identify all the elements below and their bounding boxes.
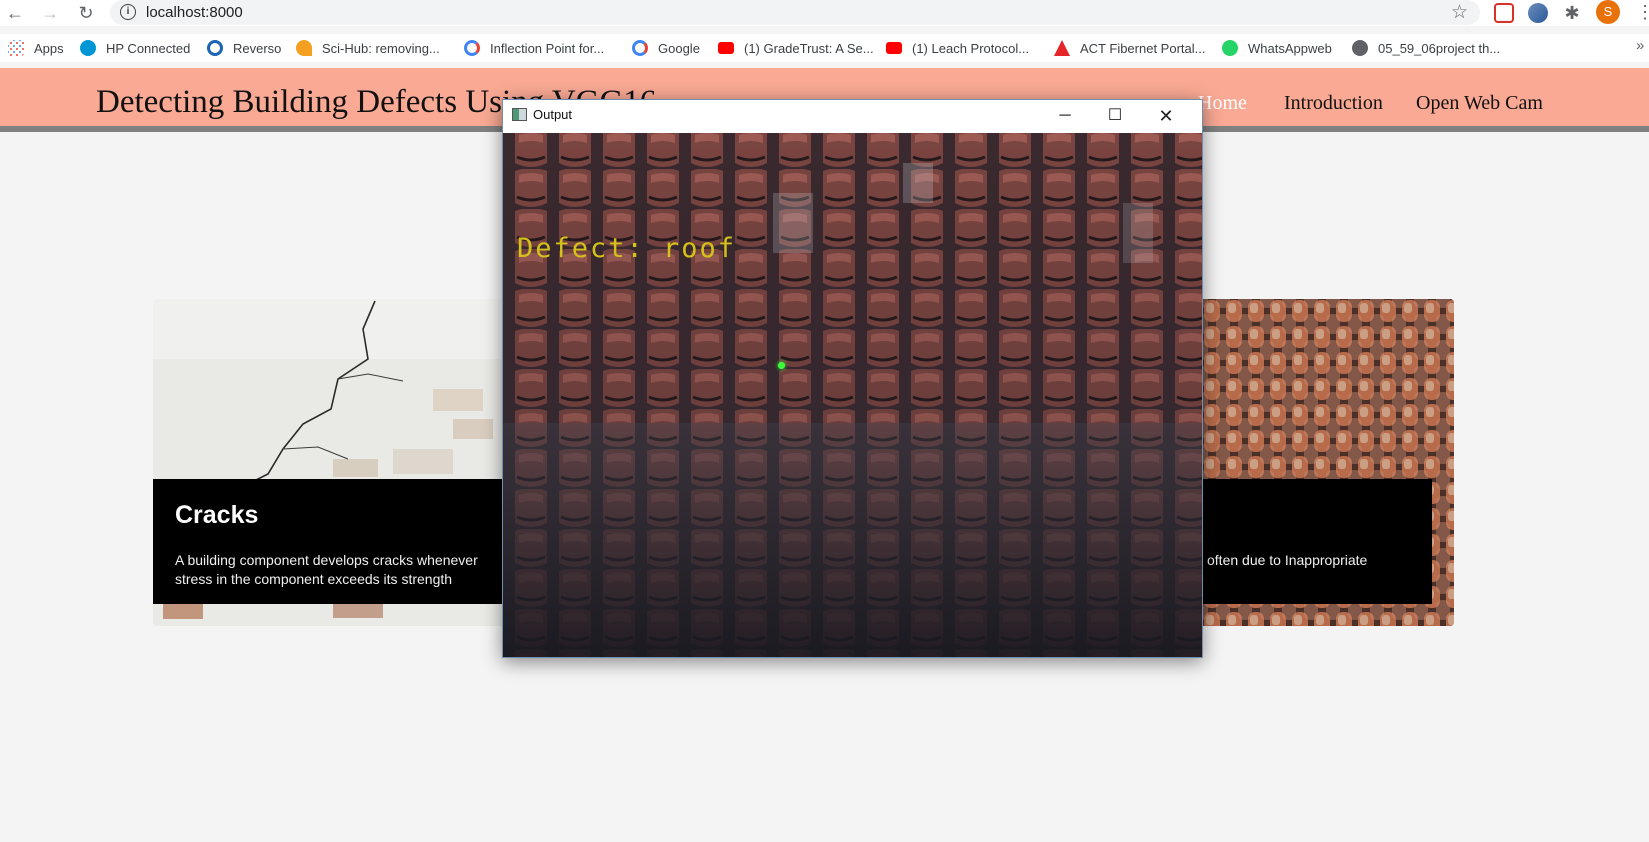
card-caption: Cracks A building component develops cra…: [153, 479, 513, 604]
window-app-icon: [512, 108, 527, 121]
webcam-frame: Defect: roof: [503, 133, 1202, 657]
youtube-icon: [718, 42, 734, 54]
more-bookmarks-icon[interactable]: »: [1636, 37, 1644, 54]
card-description: A building component develops cracks whe…: [175, 552, 478, 587]
close-icon[interactable]: ✕: [1143, 100, 1189, 132]
bookmark-label: HP Connected: [106, 40, 191, 56]
bookmark-google[interactable]: Google: [632, 38, 700, 58]
google-icon: [464, 40, 480, 56]
hp-icon: [80, 40, 96, 56]
bookmark-label: Apps: [34, 40, 64, 56]
bookmark-label: WhatsAppweb: [1248, 40, 1332, 56]
whatsapp-icon: [1222, 40, 1238, 56]
card-title: Cracks: [175, 501, 259, 529]
bookmark-label: 05_59_06project th...: [1378, 40, 1501, 56]
url-text[interactable]: localhost:8000: [146, 4, 243, 21]
nav-introduction[interactable]: Introduction: [1284, 92, 1383, 115]
back-arrow-icon[interactable]: ←: [4, 2, 26, 24]
extension-icon[interactable]: [1528, 3, 1548, 23]
bookmark-label: (1) Leach Protocol...: [912, 40, 1030, 56]
bookmark-label: Google: [658, 40, 700, 56]
bookmark-star-icon[interactable]: ☆: [1451, 1, 1468, 24]
profile-avatar[interactable]: S: [1596, 0, 1620, 24]
bookmark-reverso[interactable]: Reverso: [207, 38, 281, 58]
bookmark-whatsapp[interactable]: WhatsAppweb: [1222, 38, 1332, 58]
card-cracks[interactable]: Cracks A building component develops cra…: [153, 299, 513, 626]
act-icon: [1054, 40, 1070, 56]
bookmark-label: Sci-Hub: removing...: [322, 40, 440, 56]
output-window-title: Output: [533, 107, 573, 122]
nav-home[interactable]: Home: [1198, 92, 1247, 115]
output-window-titlebar[interactable]: Output ─ ☐ ✕: [503, 100, 1202, 132]
site-info-icon[interactable]: i: [120, 4, 136, 20]
bookmark-label: ACT Fibernet Portal...: [1080, 40, 1206, 56]
bookmark-sci-hub[interactable]: Sci-Hub: removing...: [296, 38, 440, 58]
bookmark-hp-connected[interactable]: HP Connected: [80, 38, 190, 58]
maximize-icon[interactable]: ☐: [1092, 100, 1138, 132]
reload-icon[interactable]: ↻: [75, 2, 97, 24]
address-bar[interactable]: i localhost:8000 ☆: [110, 0, 1480, 25]
browser-menu-icon[interactable]: ⋮: [1636, 0, 1649, 24]
card-roof[interactable]: often due to Inappropriate: [1180, 299, 1454, 626]
minimize-icon[interactable]: ─: [1042, 100, 1088, 132]
bookmark-apps[interactable]: Apps: [8, 38, 64, 58]
bookmark-act-fibernet[interactable]: ACT Fibernet Portal...: [1054, 38, 1205, 58]
bookmark-project[interactable]: 05_59_06project th...: [1352, 38, 1500, 58]
bookmark-label: Inflection Point for...: [490, 40, 605, 56]
globe-icon: [1352, 40, 1368, 56]
scihub-icon: [296, 40, 312, 56]
card-caption: often due to Inappropriate: [1180, 479, 1432, 604]
nav-open-web-cam[interactable]: Open Web Cam: [1416, 92, 1543, 115]
bookmark-gradetrust[interactable]: (1) GradeTrust: A Se...: [718, 38, 874, 58]
output-window[interactable]: Output ─ ☐ ✕ Defect: roof: [502, 99, 1203, 658]
forward-arrow-icon[interactable]: →: [39, 2, 61, 24]
bookmark-leach-protocol[interactable]: (1) Leach Protocol...: [886, 38, 1029, 58]
bookmark-label: (1) GradeTrust: A Se...: [744, 40, 874, 56]
card-description: often due to Inappropriate: [1207, 552, 1368, 568]
pocket-extension-icon[interactable]: [1494, 3, 1514, 23]
bookmark-label: Reverso: [233, 40, 282, 56]
detection-label: Defect: roof: [517, 233, 737, 264]
bookmark-inflection-point[interactable]: Inflection Point for...: [464, 38, 604, 58]
detection-point: [778, 362, 785, 369]
google-icon: [632, 40, 648, 56]
extensions-puzzle-icon[interactable]: ✱: [1562, 3, 1582, 23]
browser-toolbar: ← → ↻ i localhost:8000 ☆ ✱ S ⋮: [0, 0, 1649, 26]
youtube-icon: [886, 42, 902, 54]
reverso-icon: [207, 40, 223, 56]
bookmarks-bar: Apps HP Connected Reverso Sci-Hub: remov…: [0, 34, 1649, 62]
apps-grid-icon: [8, 40, 24, 56]
roof-camera-image: [503, 133, 1202, 657]
